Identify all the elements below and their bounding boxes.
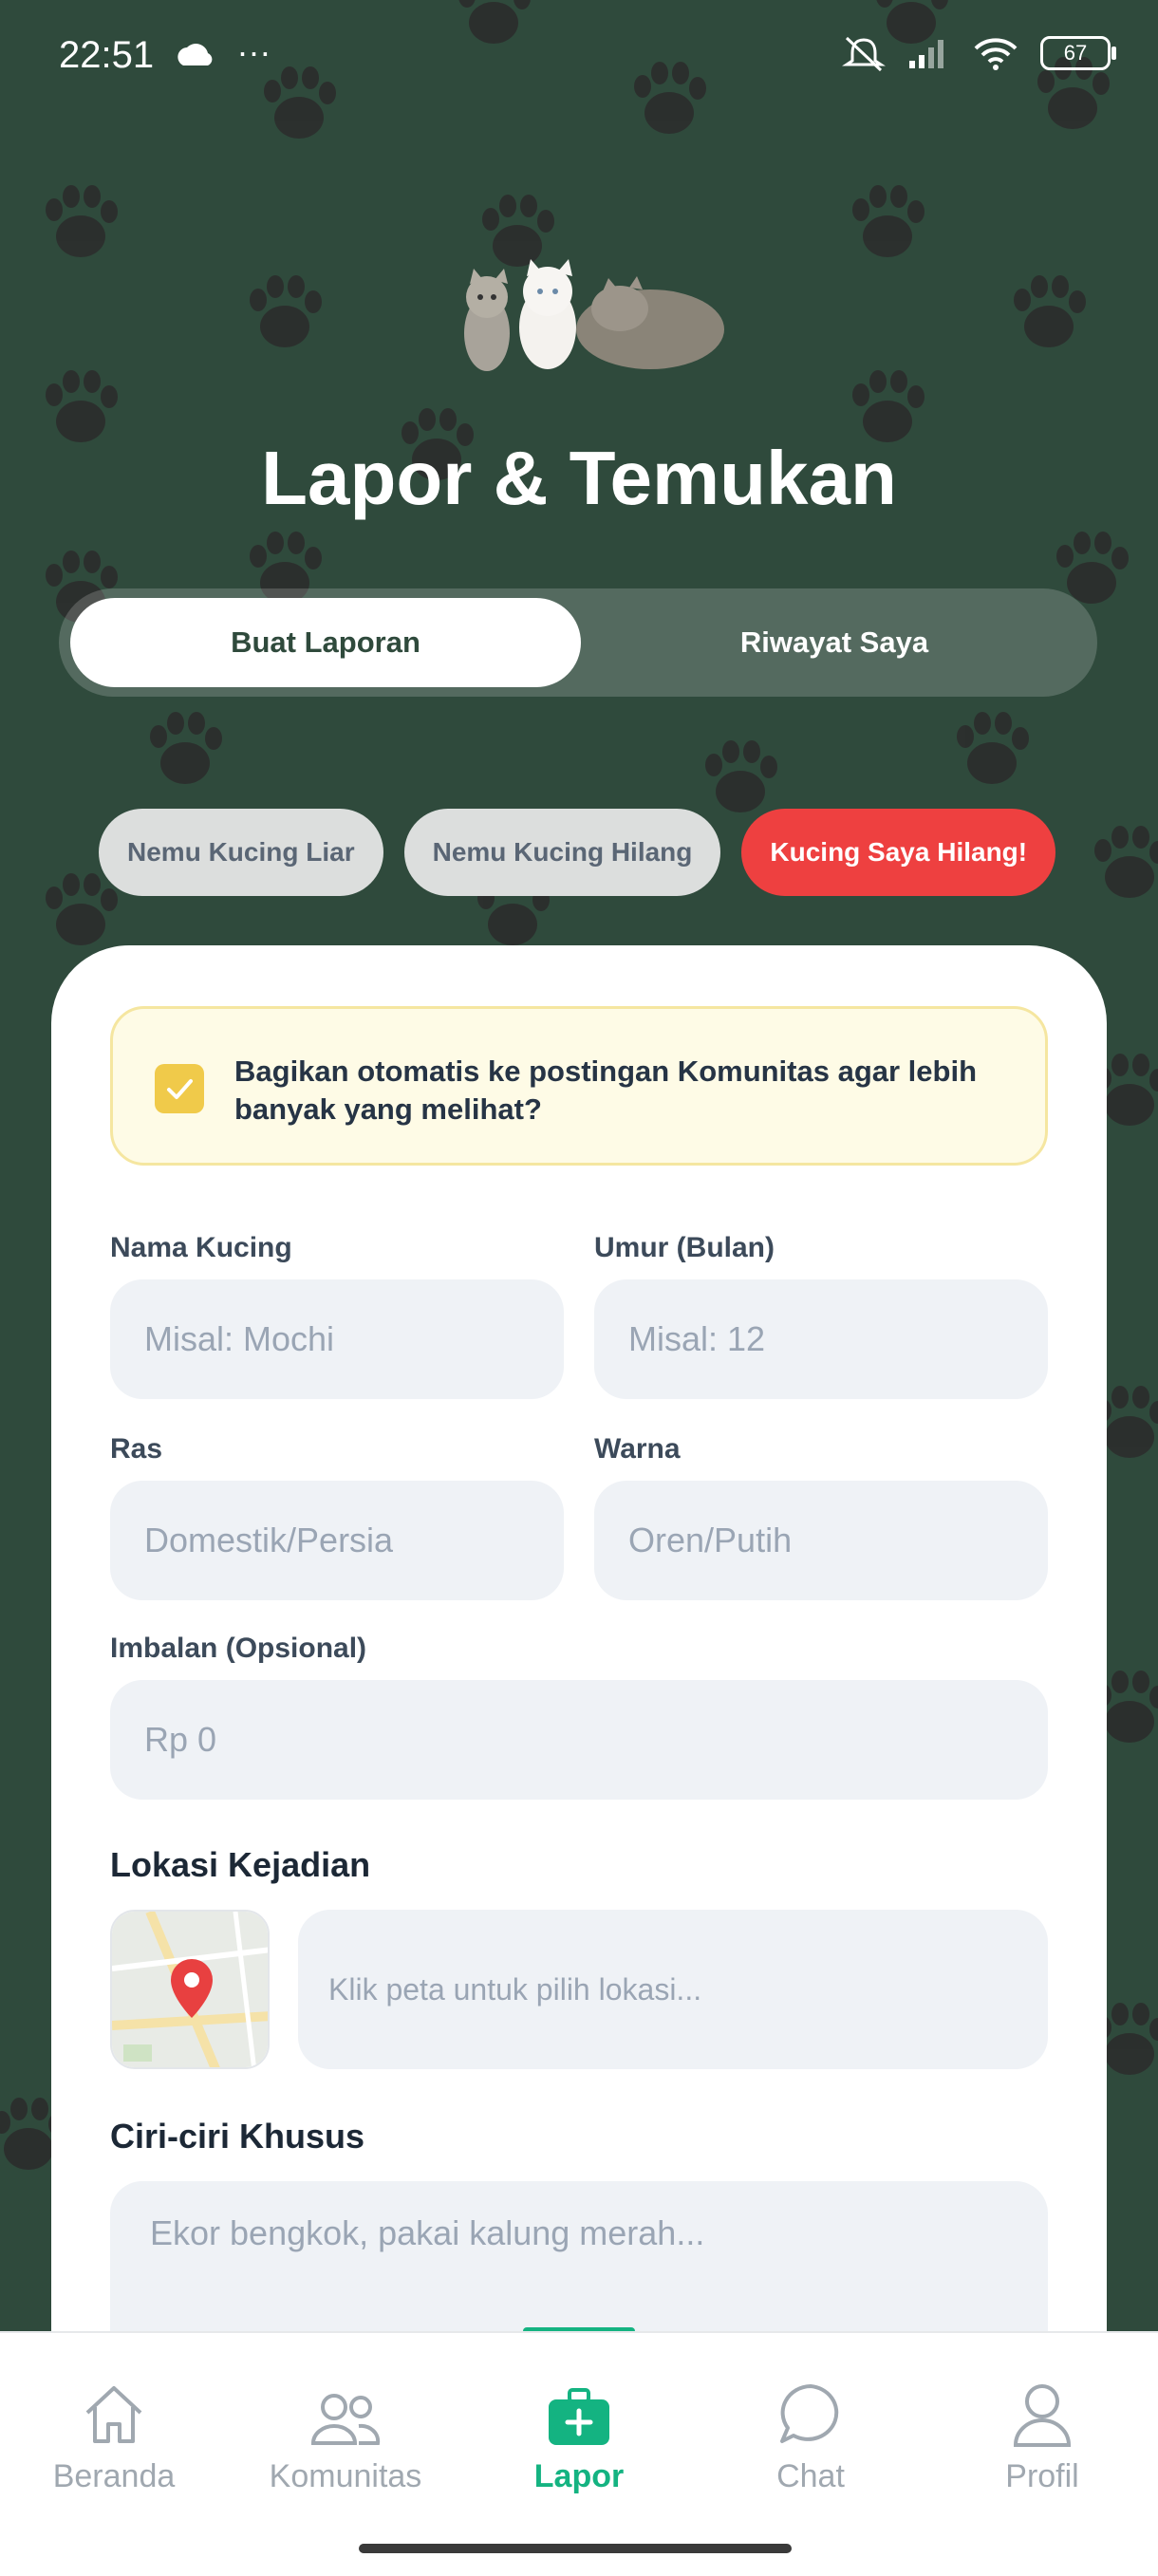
report-type-chips: Nemu Kucing Liar Nemu Kucing Hilang Kuci… xyxy=(99,809,1056,896)
tab-chat[interactable]: Chat xyxy=(697,2371,925,2495)
report-form-card: Bagikan otomatis ke postingan Komunitas … xyxy=(51,945,1107,2390)
status-more: ··· xyxy=(236,32,271,71)
community-icon xyxy=(310,2394,381,2445)
color-input[interactable]: Oren/Putih xyxy=(594,1481,1048,1600)
tab-label: Komunitas xyxy=(269,2458,422,2494)
status-left-icons: ··· xyxy=(176,32,290,78)
age-label: Umur (Bulan) xyxy=(594,1232,775,1263)
color-label: Warna xyxy=(594,1433,681,1465)
home-indicator xyxy=(359,2544,792,2553)
tab-lapor[interactable]: Lapor xyxy=(465,2371,693,2495)
tab-label: Chat xyxy=(776,2458,845,2494)
chip-my-cat-lost[interactable]: Kucing Saya Hilang! xyxy=(741,809,1056,896)
map-pin-icon xyxy=(112,1912,268,2067)
tab-profil[interactable]: Profil xyxy=(928,2371,1156,2495)
share-banner-text: Bagikan otomatis ke postingan Komunitas … xyxy=(234,1055,978,1126)
chip-found-stray-cat[interactable]: Nemu Kucing Liar xyxy=(99,809,383,896)
tab-label: Beranda xyxy=(52,2458,176,2494)
signal-icon xyxy=(909,40,943,68)
features-section-title: Ciri-ciri Khusus xyxy=(110,2117,365,2156)
age-input[interactable]: Misal: 12 xyxy=(594,1279,1048,1399)
page-title: Lapor & Temukan xyxy=(261,436,897,520)
breed-label: Ras xyxy=(110,1433,163,1465)
share-community-banner[interactable]: Bagikan otomatis ke postingan Komunitas … xyxy=(110,1006,1048,1166)
chip-found-lost-cat[interactable]: Nemu Kucing Hilang xyxy=(403,809,721,896)
status-right-icons: 67 xyxy=(841,34,1116,72)
location-input[interactable]: Klik peta untuk pilih lokasi... xyxy=(298,1910,1048,2069)
report-segmented-control: Buat Laporan Riwayat Saya xyxy=(59,588,1097,697)
tab-label: Profil xyxy=(1005,2458,1079,2494)
home-icon xyxy=(85,2386,142,2443)
status-time: 22:51 xyxy=(59,34,155,76)
bottom-tab-bar: Beranda Komunitas Lapor Chat Profil xyxy=(0,2331,1158,2576)
checkmark-icon xyxy=(167,1079,193,1099)
tab-create-report[interactable]: Buat Laporan xyxy=(70,598,581,687)
breed-input[interactable]: Domestik/Persia xyxy=(110,1481,564,1600)
battery-indicator: 67 xyxy=(1040,36,1116,70)
tab-beranda[interactable]: Beranda xyxy=(0,2371,228,2495)
status-bar: 22:51 ··· 67 xyxy=(0,0,1158,114)
location-map-thumbnail[interactable] xyxy=(110,1910,270,2069)
tab-my-history[interactable]: Riwayat Saya xyxy=(579,598,1090,687)
reward-input[interactable]: Rp 0 xyxy=(110,1680,1048,1800)
tab-komunitas[interactable]: Komunitas xyxy=(232,2371,459,2495)
reward-label: Imbalan (Opsional) xyxy=(110,1633,367,1664)
tab-label: Lapor xyxy=(533,2458,625,2494)
cat-name-label: Nama Kucing xyxy=(110,1232,292,1263)
mute-bell-icon xyxy=(842,36,886,72)
profile-icon xyxy=(1013,2384,1072,2447)
chat-icon xyxy=(780,2384,839,2443)
report-icon xyxy=(549,2388,609,2445)
cats-illustration xyxy=(464,259,724,371)
share-checkbox[interactable] xyxy=(155,1064,204,1113)
location-section-title: Lokasi Kejadian xyxy=(110,1845,371,1884)
cat-name-input[interactable]: Misal: Mochi xyxy=(110,1279,564,1399)
wifi-icon xyxy=(974,38,1018,70)
